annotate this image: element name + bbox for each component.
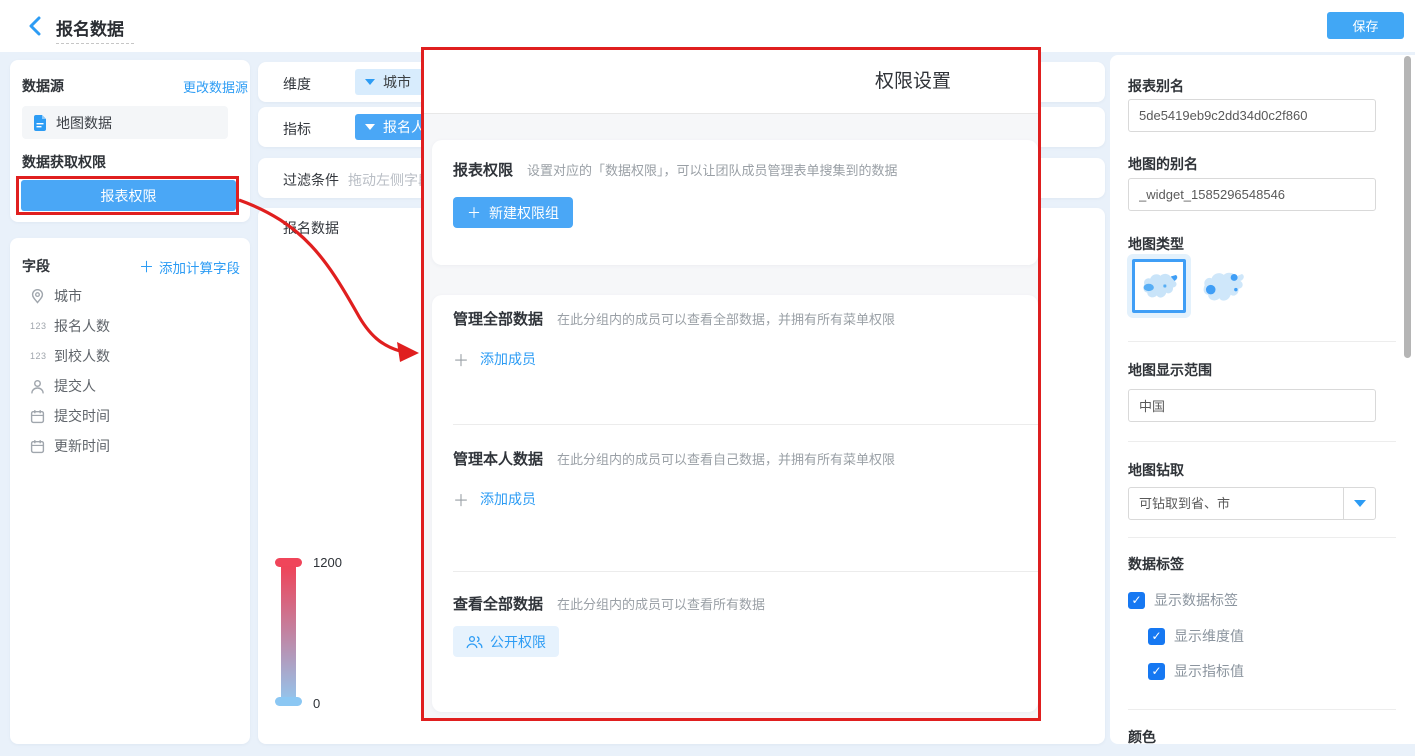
- drill-select[interactable]: 可钻取到省、市: [1128, 487, 1376, 520]
- calendar-icon: [30, 439, 45, 454]
- back-icon[interactable]: [27, 16, 43, 36]
- add-member-link[interactable]: ＋ 添加成员: [453, 347, 536, 371]
- save-button[interactable]: 保存: [1327, 12, 1404, 39]
- map-alias-input[interactable]: [1128, 178, 1376, 211]
- inspector-panel: 报表别名 地图的别名 地图类型 地图显示范围 地图钻取 可钻取到省、市 数据标签…: [1110, 55, 1415, 744]
- permission-modal: 权限设置 报表权限 设置对应的「数据权限」，可以让团队成员管理表单搜集到的数据 …: [421, 47, 1041, 721]
- file-icon: [33, 115, 47, 131]
- plus-icon: ＋: [453, 487, 469, 511]
- datasource-label: 数据源: [22, 76, 64, 96]
- plus-icon: ＋: [139, 256, 154, 277]
- checkbox-show-metric[interactable]: ✓ 显示指标值: [1148, 661, 1244, 681]
- field-item-update-time[interactable]: 更新时间: [30, 432, 110, 460]
- section-desc: 在此分组内的成员可以查看自己数据，并拥有所有菜单权限: [557, 449, 895, 468]
- plus-icon: ＋: [467, 203, 481, 223]
- dimension-label: 维度: [283, 74, 311, 94]
- modal-title: 权限设置: [875, 66, 951, 93]
- divider: [1128, 709, 1396, 710]
- number-icon: 123: [30, 321, 45, 331]
- color-label: 颜色: [1128, 727, 1156, 747]
- section-heading: 查看全部数据: [453, 593, 543, 614]
- map-type-area-option[interactable]: [1132, 259, 1186, 313]
- divider: [453, 424, 1038, 425]
- section-desc: 设置对应的「数据权限」，可以让团队成员管理表单搜集到的数据: [527, 160, 898, 179]
- divider: [453, 571, 1038, 572]
- person-icon: [30, 379, 45, 394]
- map-type-label: 地图类型: [1128, 234, 1184, 254]
- map-range-label: 地图显示范围: [1128, 360, 1212, 380]
- report-permission-card: 报表权限 设置对应的「数据权限」，可以让团队成员管理表单搜集到的数据 ＋ 新建权…: [432, 140, 1038, 265]
- field-item-city[interactable]: 城市: [30, 282, 82, 310]
- field-item-submit-time[interactable]: 提交时间: [30, 402, 110, 430]
- metric-label: 指标: [283, 119, 311, 139]
- scrollbar-thumb[interactable]: [1404, 56, 1411, 358]
- fields-label: 字段: [22, 256, 50, 276]
- checkbox-checked-icon[interactable]: ✓: [1148, 663, 1165, 680]
- report-permission-button[interactable]: 报表权限: [21, 180, 236, 211]
- color-legend-bar: [281, 566, 296, 702]
- drill-label: 地图钻取: [1128, 460, 1184, 480]
- map-range-input[interactable]: [1128, 389, 1376, 422]
- legend-min-value: 0: [313, 696, 320, 711]
- chart-title: 报名数据: [283, 218, 339, 238]
- divider: [1128, 537, 1396, 538]
- legend-max-value: 1200: [313, 555, 342, 570]
- people-icon: [466, 635, 483, 649]
- section-heading: 管理全部数据: [453, 308, 543, 329]
- chevron-down-icon: [1354, 500, 1366, 507]
- top-bar: 报名数据 保存: [0, 0, 1415, 52]
- acquire-perm-label: 数据获取权限: [22, 152, 106, 172]
- checkbox-show-dimension[interactable]: ✓ 显示维度值: [1148, 626, 1244, 646]
- map-type-bubble-option[interactable]: [1196, 266, 1248, 313]
- section-heading: 管理本人数据: [453, 448, 543, 469]
- title-underline: [56, 43, 134, 44]
- chevron-down-icon: [365, 124, 375, 130]
- datasource-item-label: 地图数据: [56, 113, 112, 133]
- filter-label: 过滤条件: [283, 170, 339, 190]
- new-permission-group-button[interactable]: ＋ 新建权限组: [453, 197, 573, 228]
- datalabel-label: 数据标签: [1128, 554, 1184, 574]
- report-alias-input[interactable]: [1128, 99, 1376, 132]
- checkbox-show-datalabel[interactable]: ✓ 显示数据标签: [1128, 590, 1238, 610]
- field-item-signup-count[interactable]: 123 报名人数: [30, 312, 110, 340]
- divider: [1128, 341, 1396, 342]
- modal-body: 报表权限 设置对应的「数据权限」，可以让团队成员管理表单搜集到的数据 ＋ 新建权…: [424, 113, 1038, 718]
- chevron-down-icon: [365, 79, 375, 85]
- section-desc: 在此分组内的成员可以查看所有数据: [557, 594, 765, 613]
- pin-icon: [30, 289, 45, 304]
- fields-panel: 字段 ＋ 添加计算字段 城市 123 报名人数 123 到校人数 提交人 提交时…: [10, 238, 250, 744]
- field-item-arrival-count[interactable]: 123 到校人数: [30, 342, 110, 370]
- add-member-link[interactable]: ＋ 添加成员: [453, 487, 536, 511]
- legend-min-handle[interactable]: [275, 697, 302, 706]
- section-desc: 在此分组内的成员可以查看全部数据，并拥有所有菜单权限: [557, 309, 895, 328]
- page-title: 报名数据: [56, 15, 124, 40]
- datasource-panel: 数据源 更改数据源 地图数据 数据获取权限 报表权限: [10, 60, 250, 222]
- number-icon: 123: [30, 351, 45, 361]
- change-datasource-link[interactable]: 更改数据源: [183, 77, 248, 96]
- report-alias-label: 报表别名: [1128, 76, 1184, 96]
- checkbox-checked-icon[interactable]: ✓: [1128, 592, 1145, 609]
- select-arrow-segment[interactable]: [1343, 488, 1375, 519]
- add-calc-field-link[interactable]: ＋ 添加计算字段: [139, 256, 240, 277]
- checkbox-checked-icon[interactable]: ✓: [1148, 628, 1165, 645]
- datasource-item[interactable]: 地图数据: [22, 106, 228, 139]
- plus-icon: ＋: [453, 347, 469, 371]
- china-area-map-icon: [1137, 268, 1181, 304]
- public-permission-button[interactable]: 公开权限: [453, 626, 559, 657]
- divider: [1128, 441, 1396, 442]
- map-alias-label: 地图的别名: [1128, 154, 1198, 174]
- calendar-icon: [30, 409, 45, 424]
- permission-groups-card: 管理全部数据 在此分组内的成员可以查看全部数据，并拥有所有菜单权限 ＋ 添加成员…: [432, 295, 1038, 712]
- china-bubble-map-icon: [1196, 266, 1248, 308]
- dimension-tag[interactable]: 城市: [355, 69, 423, 95]
- section-heading: 报表权限: [453, 159, 513, 180]
- field-item-submitter[interactable]: 提交人: [30, 372, 96, 400]
